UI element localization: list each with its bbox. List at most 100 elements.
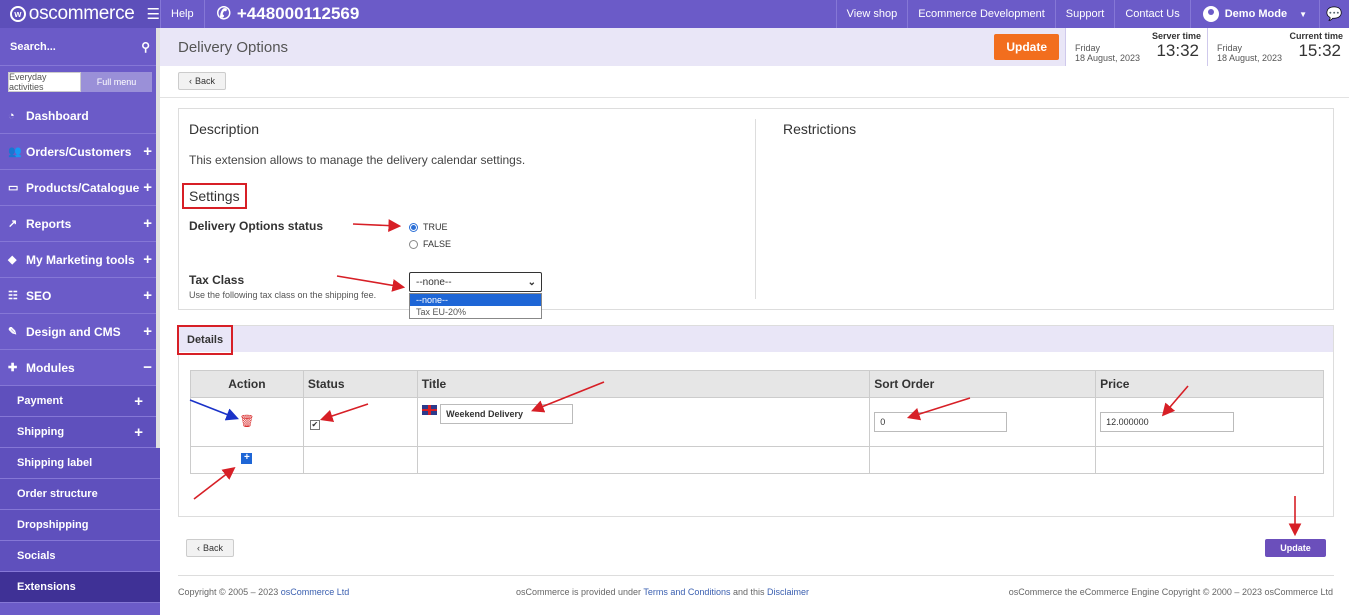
page-header: Delivery Options Update Server time Frid…	[160, 28, 1349, 66]
details-panel: Details Action Status Title Sort Order P…	[177, 325, 1334, 517]
collapse-icon[interactable]: −	[143, 359, 152, 376]
disclaimer-link[interactable]: Disclaimer	[767, 587, 809, 597]
sidebar-item-reports[interactable]: ↗ Reports +	[0, 206, 160, 242]
expand-icon[interactable]: +	[143, 215, 152, 232]
radio-false-button[interactable]	[409, 239, 418, 249]
support-link[interactable]: Support	[1054, 0, 1115, 28]
details-header	[179, 326, 1333, 352]
radio-true-label: TRUE	[423, 222, 448, 232]
contact-us-link[interactable]: Contact Us	[1114, 0, 1189, 28]
oscommerce-link[interactable]: osCommerce Ltd	[281, 587, 350, 597]
help-link[interactable]: Help	[160, 0, 204, 28]
sidebar-item-orders[interactable]: 👥 Orders/Customers +	[0, 134, 160, 170]
terms-link[interactable]: Terms and Conditions	[643, 587, 730, 597]
title-cell: Weekend Delivery	[416, 397, 871, 447]
view-shop-link[interactable]: View shop	[835, 0, 908, 28]
sidebar-item-label: Design and CMS	[26, 324, 121, 339]
expand-icon[interactable]: +	[143, 143, 152, 160]
sidebar-item-label: Orders/Customers	[26, 144, 132, 159]
expand-icon[interactable]: +	[143, 287, 152, 304]
status-checkbox[interactable]: ✔	[309, 420, 320, 430]
back-button[interactable]: ‹ Back	[178, 72, 227, 90]
divider	[160, 97, 1349, 98]
header-update-button[interactable]: Update	[994, 34, 1059, 60]
title-input[interactable]: Weekend Delivery	[440, 404, 574, 424]
logo-text: oscommerce	[28, 3, 135, 24]
phone-text: +448000112569	[236, 4, 360, 23]
sidebar-subitem-shipping[interactable]: Shipping +	[0, 417, 160, 448]
sidebar-search[interactable]: Search... ⚲	[0, 28, 160, 66]
everyday-activities-tab[interactable]: Everyday activities	[8, 72, 81, 92]
sidebar-item-products[interactable]: ▭ Products/Catalogue +	[0, 170, 160, 206]
tax-class-help: Use the following tax class on the shipp…	[189, 290, 377, 300]
top-bar: w oscommerce ☰ Help ✆ +448000112569 View…	[0, 0, 1349, 28]
server-date: Friday 18 August, 2023	[1075, 43, 1141, 63]
chevron-left-icon: ‹	[189, 76, 192, 86]
sort-order-cell: 0	[869, 397, 1097, 447]
update-button[interactable]: Update	[1265, 539, 1326, 557]
sidebar-item-design[interactable]: ✎ Design and CMS +	[0, 314, 160, 350]
sidebar-subitem-payment[interactable]: Payment +	[0, 386, 160, 417]
current-time: Current time Friday 18 August, 2023 15:32	[1207, 28, 1349, 66]
search-icon[interactable]: ⚲	[141, 40, 150, 54]
sidebar-item-label: My Marketing tools	[26, 252, 135, 267]
avatar-icon	[1202, 6, 1219, 22]
column-header-sort-order: Sort Order	[869, 370, 1097, 398]
logo[interactable]: w oscommerce ☰	[0, 0, 160, 28]
sidebar-subitem-dropshipping[interactable]: Dropshipping	[0, 510, 160, 541]
sidebar-subitem-order-structure[interactable]: Order structure	[0, 479, 160, 510]
back-row-top: ‹ Back	[178, 72, 227, 90]
tax-option-none[interactable]: --none--	[410, 294, 541, 306]
radio-true-button[interactable]	[409, 222, 418, 232]
sidebar-scrollbar[interactable]	[156, 28, 160, 448]
add-row-icon[interactable]: +	[241, 453, 253, 464]
current-date: Friday 18 August, 2023	[1217, 43, 1283, 63]
sidebar-item-label: Products/Catalogue	[26, 180, 140, 195]
sidebar-subitem-shipping-label[interactable]: Shipping label	[0, 448, 160, 479]
sidebar-item-dashboard[interactable]: ◔ Dashboard	[0, 98, 160, 134]
add-cell: +	[190, 446, 304, 474]
current-time-label: Current time	[1289, 31, 1343, 41]
full-menu-tab[interactable]: Full menu	[81, 72, 152, 92]
user-name: Demo Mode	[1224, 8, 1288, 20]
user-menu[interactable]: Demo Mode ▼	[1189, 0, 1319, 28]
dashboard-icon: ◔	[8, 109, 15, 122]
sidebar-subitem-label: Dropshipping	[17, 519, 89, 531]
sidebar-item-marketing[interactable]: ◆ My Marketing tools +	[0, 242, 160, 278]
expand-icon[interactable]: +	[134, 393, 143, 410]
add-row: +	[190, 446, 1324, 474]
expand-icon[interactable]: +	[143, 179, 152, 196]
brush-icon: ✎	[8, 326, 18, 338]
sidebar-subitem-extensions[interactable]: Extensions	[0, 572, 160, 603]
tax-option-eu20[interactable]: Tax EU-20%	[410, 306, 541, 318]
tax-class-select[interactable]: --none-- ⌄	[409, 272, 542, 292]
sort-order-input[interactable]: 0	[874, 412, 1008, 432]
vertical-divider	[755, 119, 756, 299]
price-input[interactable]: 12.000000	[1100, 412, 1235, 432]
search-label: Search...	[10, 40, 56, 53]
sidebar-subitem-label: Shipping label	[17, 457, 93, 469]
footer-copyright: Copyright © 2005 – 2023 osCommerce Ltd	[178, 587, 350, 597]
column-header-action: Action	[190, 370, 304, 398]
tag-icon: ◆	[8, 254, 17, 266]
expand-icon[interactable]: +	[134, 424, 143, 441]
status-cell: ✔	[302, 397, 418, 447]
sidebar-item-modules[interactable]: ✚ Modules −	[0, 350, 160, 386]
chart-icon: ↗	[8, 218, 18, 230]
trash-icon[interactable]: 🗑	[195, 414, 299, 428]
phone-number[interactable]: ✆ +448000112569	[203, 0, 360, 28]
status-label: Delivery Options status	[189, 219, 324, 233]
expand-icon[interactable]: +	[143, 323, 152, 340]
back-button-bottom[interactable]: ‹ Back	[186, 539, 235, 557]
ecommerce-development-link[interactable]: Ecommerce Development	[907, 0, 1055, 28]
sidebar-item-seo[interactable]: ☷ SEO +	[0, 278, 160, 314]
radio-true[interactable]: TRUE	[409, 222, 448, 232]
footer-terms: osCommerce is provided under Terms and C…	[516, 587, 809, 597]
chat-icon[interactable]: 💬	[1319, 0, 1349, 28]
expand-icon[interactable]: +	[143, 251, 152, 268]
radio-false[interactable]: FALSE	[409, 239, 451, 249]
page-title: Delivery Options	[178, 38, 289, 56]
chevron-down-icon: ⌄	[527, 276, 536, 288]
sidebar-subitem-socials[interactable]: Socials	[0, 541, 160, 572]
hamburger-icon[interactable]: ☰	[147, 5, 160, 23]
